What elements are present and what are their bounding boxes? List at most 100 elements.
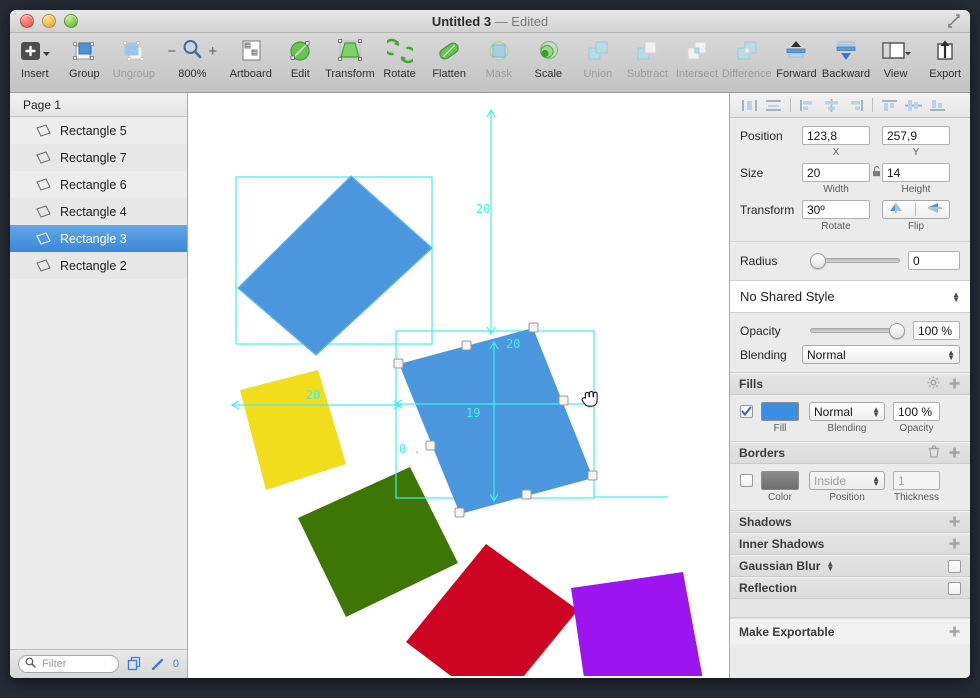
- add-shadow-button[interactable]: [948, 515, 961, 529]
- page-header[interactable]: Page 1: [10, 93, 187, 117]
- ungroup-icon: [119, 36, 149, 66]
- magnifier-icon[interactable]: [181, 38, 203, 65]
- toolbar-subtract[interactable]: Subtract: [623, 36, 673, 90]
- layer-row-rectangle-7[interactable]: Rectangle 7: [10, 144, 187, 171]
- toolbar-artboard[interactable]: Artboard: [226, 36, 276, 90]
- flip-vertical-icon[interactable]: [926, 202, 944, 217]
- reflection-section-header[interactable]: Reflection: [730, 577, 970, 599]
- border-thickness-field[interactable]: 1: [893, 471, 940, 490]
- blur-type-stepper-icon[interactable]: ▲ ▼: [826, 560, 834, 573]
- gaussian-blur-section-header[interactable]: Gaussian Blur ▲ ▼: [730, 555, 970, 577]
- layer-row-rectangle-4[interactable]: Rectangle 4: [10, 198, 187, 225]
- position-y-sublabel: Y: [912, 147, 920, 158]
- toolbar-mask[interactable]: Mask: [474, 36, 524, 90]
- filter-field[interactable]: [18, 655, 119, 673]
- layer-row-rectangle-5[interactable]: Rectangle 5: [10, 117, 187, 144]
- zoom-out-button[interactable]: −: [168, 43, 177, 60]
- shared-style-dropdown[interactable]: No Shared Style ▲ ▼: [730, 281, 970, 313]
- blending-dropdown[interactable]: Normal ▲ ▼: [802, 345, 960, 364]
- design-canvas[interactable]: 20 20 20 19 0 .: [188, 93, 730, 678]
- position-label: Position: [740, 128, 783, 143]
- size-width-field[interactable]: 20: [802, 163, 870, 182]
- toolbar-scale[interactable]: Scale: [523, 36, 573, 90]
- radius-field[interactable]: 0: [908, 251, 960, 270]
- inner-shadows-section-header[interactable]: Inner Shadows: [730, 533, 970, 555]
- layer-row-rectangle-6[interactable]: Rectangle 6: [10, 171, 187, 198]
- fullscreen-icon[interactable]: [947, 14, 961, 28]
- lock-proportions-icon[interactable]: [870, 165, 882, 180]
- toolbar-ungroup[interactable]: Ungroup: [109, 36, 159, 90]
- toolbar-flatten[interactable]: Flatten: [424, 36, 474, 90]
- opacity-field[interactable]: 100 %: [913, 321, 960, 340]
- filter-input[interactable]: [40, 657, 112, 671]
- align-center-icon[interactable]: [820, 96, 843, 115]
- zoom-in-button[interactable]: +: [208, 43, 217, 60]
- flip-horizontal-icon[interactable]: [888, 202, 906, 217]
- stepper-icon[interactable]: ▲ ▼: [952, 290, 960, 303]
- position-y-field[interactable]: 257,9: [882, 126, 950, 145]
- layer-row-rectangle-3[interactable]: Rectangle 3: [10, 225, 187, 252]
- align-middle-icon[interactable]: [902, 96, 925, 115]
- layer-row-rectangle-2[interactable]: Rectangle 2: [10, 252, 187, 279]
- distribute-vertically-icon[interactable]: [762, 96, 785, 115]
- toolbar-zoom[interactable]: − + 800%: [159, 36, 226, 90]
- toolbar-edit[interactable]: Edit: [276, 36, 326, 90]
- flip-buttons[interactable]: [882, 200, 950, 219]
- opacity-slider-knob[interactable]: [889, 322, 905, 339]
- fill-sublabels: Fill Blending Opacity: [740, 423, 960, 434]
- add-fill-button[interactable]: [948, 377, 961, 391]
- stepper-icon[interactable]: ▲ ▼: [947, 348, 955, 361]
- border-color-swatch[interactable]: [761, 471, 799, 490]
- toolbar-group[interactable]: Group: [60, 36, 110, 90]
- close-button[interactable]: [20, 14, 34, 28]
- fill-opacity-field[interactable]: 100 %: [893, 402, 940, 421]
- position-x-field[interactable]: 123,8: [802, 126, 870, 145]
- trash-icon[interactable]: [928, 445, 940, 461]
- toolbar-backward[interactable]: Backward: [821, 36, 871, 90]
- stepper-icon[interactable]: ▲ ▼: [872, 405, 880, 418]
- add-border-button[interactable]: [948, 446, 961, 460]
- align-left-icon[interactable]: [796, 96, 819, 115]
- inspector-spacer: [730, 599, 970, 618]
- toolbar-transform[interactable]: Transform: [325, 36, 375, 90]
- fill-blending-dropdown[interactable]: Normal ▲ ▼: [809, 402, 885, 421]
- toolbar-difference[interactable]: Difference: [722, 36, 772, 90]
- main-body: Page 1 Rectangle 5 Rectangle 7 Rectangle…: [10, 93, 970, 678]
- distribute-horizontally-icon[interactable]: [738, 96, 761, 115]
- toolbar-export[interactable]: Export: [920, 36, 970, 90]
- align-bottom-icon[interactable]: [926, 96, 949, 115]
- toolbar-rotate[interactable]: Rotate: [375, 36, 425, 90]
- opacity-slider[interactable]: [810, 322, 905, 339]
- rotate-field[interactable]: 30º: [802, 200, 870, 219]
- duplicate-pages-icon[interactable]: [127, 656, 143, 672]
- toolbar-insert[interactable]: Insert: [10, 36, 60, 90]
- align-right-icon[interactable]: [844, 96, 867, 115]
- fill-enabled-checkbox[interactable]: [740, 405, 753, 418]
- fill-color-swatch[interactable]: [761, 402, 799, 421]
- size-height-field[interactable]: 14: [882, 163, 950, 182]
- align-top-icon[interactable]: [878, 96, 901, 115]
- radius-slider-knob[interactable]: [810, 252, 826, 269]
- make-exportable-row[interactable]: Make Exportable: [730, 618, 970, 644]
- shadows-section-header[interactable]: Shadows: [730, 511, 970, 533]
- toolbar-forward[interactable]: Forward: [772, 36, 822, 90]
- gaussian-blur-title: Gaussian Blur: [739, 559, 821, 573]
- toolbar-view[interactable]: View: [871, 36, 921, 90]
- toolbar-union[interactable]: Union: [573, 36, 623, 90]
- reflection-checkbox[interactable]: [948, 581, 961, 595]
- radius-slider[interactable]: [810, 252, 900, 269]
- border-position-dropdown[interactable]: Inside ▲ ▼: [809, 471, 885, 490]
- add-inner-shadow-button[interactable]: [948, 537, 961, 551]
- pen-icon[interactable]: [151, 657, 165, 671]
- gaussian-blur-checkbox[interactable]: [948, 559, 961, 573]
- maximize-button[interactable]: [64, 14, 78, 28]
- add-export-button[interactable]: [948, 625, 961, 639]
- geometry-section: Position 123,8 257,9 X Y Size 20 14 Widt…: [730, 118, 970, 242]
- layer-name: Rectangle 6: [60, 177, 127, 192]
- edit-vector-icon: [287, 36, 313, 66]
- toolbar-intersect[interactable]: Intersect: [672, 36, 722, 90]
- stepper-icon[interactable]: ▲ ▼: [872, 474, 880, 487]
- border-enabled-checkbox[interactable]: [740, 474, 753, 487]
- minimize-button[interactable]: [42, 14, 56, 28]
- gear-icon[interactable]: [927, 376, 940, 392]
